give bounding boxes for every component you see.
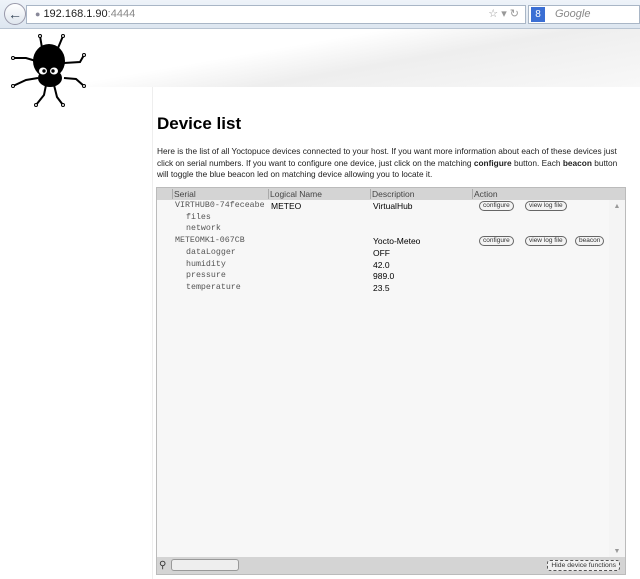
header-action[interactable]: Action — [472, 189, 498, 199]
description: 989.0 — [373, 271, 395, 282]
configure-button[interactable]: configure — [479, 201, 514, 211]
reload-icon[interactable]: ↻ — [510, 8, 519, 20]
scrollbar[interactable]: ▲ ▼ — [609, 200, 625, 557]
intro-bold: beacon — [562, 157, 592, 168]
view-log-file-button[interactable]: view log file — [525, 236, 567, 247]
function-row: dataLogger OFF — [157, 248, 607, 259]
intro-bold: configure — [473, 157, 512, 168]
yoctopuce-bug-logo — [11, 34, 86, 107]
address-bar[interactable]: ● 192.168.1.90:4444 ☆ ▾ ↻ — [26, 5, 526, 24]
function-row: files — [157, 213, 607, 224]
header-banner — [0, 29, 640, 87]
header-description[interactable]: Description — [370, 189, 415, 199]
intro-text: Here is the list of all Yoctopuce device… — [157, 146, 627, 181]
google-icon: 8 — [531, 7, 545, 22]
function-name: network — [186, 224, 221, 234]
beacon-button[interactable]: beacon — [575, 236, 605, 247]
hide-device-functions-button[interactable]: Hide device functions — [547, 560, 620, 571]
grid-body: VIRTHUB0-74feceabe METEO VirtualHub configu… — [157, 200, 625, 557]
url-port: :4444 — [107, 8, 136, 20]
function-row: humidity 42.0 — [157, 260, 607, 271]
function-row: temperature 23.5 — [157, 283, 607, 294]
header-serial[interactable]: Serial — [172, 189, 196, 199]
device-row: VIRTHUB0-74feceabe METEO VirtualHub configu… — [157, 201, 607, 212]
description: 42.0 — [373, 259, 390, 270]
function-name: dataLogger — [186, 247, 236, 257]
configure-button[interactable]: configure — [479, 236, 514, 247]
url-host: 192.168.1.90 — [43, 8, 108, 20]
function-row: network — [157, 224, 607, 235]
grid-header: Serial Logical Name Description Action — [157, 188, 625, 200]
description: Yocto-Meteo — [373, 236, 421, 247]
browser-toolbar: ← ● 192.168.1.90:4444 ☆ ▾ ↻ 8 Google — [0, 0, 640, 29]
function-name: humidity — [186, 259, 226, 269]
intro-part: button. Each — [511, 157, 563, 168]
filter-input[interactable] — [171, 559, 239, 571]
function-row: pressure 989.0 — [157, 271, 607, 282]
description: 23.5 — [373, 282, 390, 293]
function-name: files — [186, 212, 211, 222]
bookmark-star-icon[interactable]: ☆ — [488, 8, 498, 20]
back-button[interactable]: ← — [4, 3, 26, 25]
view-log-file-button[interactable]: view log file — [525, 201, 567, 211]
dropdown-icon[interactable]: ▾ — [501, 8, 507, 20]
description: VirtualHub — [373, 201, 413, 211]
left-column — [0, 87, 153, 579]
globe-icon: ● — [35, 9, 41, 19]
search-box[interactable]: 8 Google — [528, 5, 640, 24]
grid-footer: ⚲ Hide device functions — [157, 557, 625, 574]
function-name: pressure — [186, 271, 226, 281]
scroll-up-icon[interactable]: ▲ — [609, 203, 625, 210]
magnifier-icon: ⚲ — [159, 560, 167, 571]
serial-link[interactable]: VIRTHUB0-74feceabe — [175, 201, 265, 210]
device-row: METEOMK1-067CB Yocto-Meteo configure view l… — [157, 236, 607, 247]
description: OFF — [373, 247, 390, 258]
logical-name: METEO — [271, 201, 302, 211]
device-grid: Serial Logical Name Description Action V… — [156, 187, 626, 575]
page-title: Device list — [157, 114, 242, 133]
serial-link[interactable]: METEOMK1-067CB — [175, 236, 245, 245]
header-logical-name[interactable]: Logical Name — [268, 189, 322, 199]
scroll-down-icon[interactable]: ▼ — [609, 548, 625, 555]
function-name: temperature — [186, 282, 241, 292]
search-placeholder: Google — [555, 8, 591, 20]
